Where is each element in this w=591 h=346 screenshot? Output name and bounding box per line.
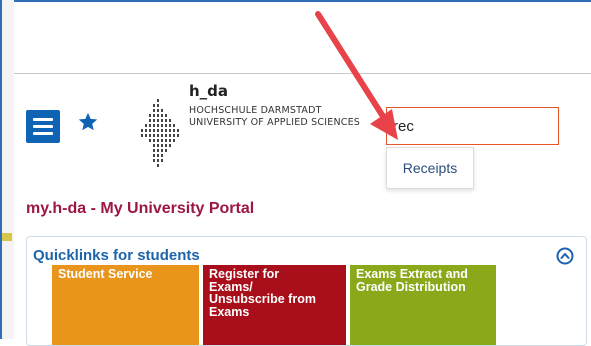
tile-label: Register for: [209, 267, 280, 281]
search-input[interactable]: [386, 107, 559, 145]
search-suggestion-receipts[interactable]: Receipts: [386, 147, 474, 189]
brand-name-line-1: HOCHSCHULE DARMSTADT: [189, 105, 322, 116]
tile-label: Grade Distribution: [356, 279, 466, 294]
chevron-up-circle-icon[interactable]: [556, 247, 574, 265]
hda-logo: [141, 99, 179, 167]
brand-short-name: h_da: [189, 82, 229, 100]
frame-top-border: [0, 0, 591, 2]
left-edge-marker: [2, 233, 12, 241]
tile-label: Exams Extract and: [356, 267, 468, 281]
hamburger-icon: [33, 118, 53, 121]
left-edge-strip: [2, 0, 14, 339]
tile-label: Exams: [209, 304, 250, 319]
brand-name-line-2: UNIVERSITY OF APPLIED SCIENCES: [189, 117, 361, 128]
star-icon[interactable]: [77, 111, 99, 133]
tile-student-service[interactable]: Student Service: [52, 265, 199, 345]
tile-label: Unsubscribe from: [209, 292, 316, 306]
menu-button[interactable]: [26, 110, 60, 143]
header-separator: [14, 73, 591, 74]
tile-register-for-exams[interactable]: Register for Exams/ Unsubscribe from Exa…: [203, 265, 346, 345]
quicklinks-title: Quicklinks for students: [33, 247, 200, 264]
tile-exams-extract[interactable]: Exams Extract and Grade Distribution: [350, 265, 496, 345]
portal-title: my.h-da - My University Portal: [26, 200, 255, 217]
tile-label: Student Service: [58, 267, 153, 281]
